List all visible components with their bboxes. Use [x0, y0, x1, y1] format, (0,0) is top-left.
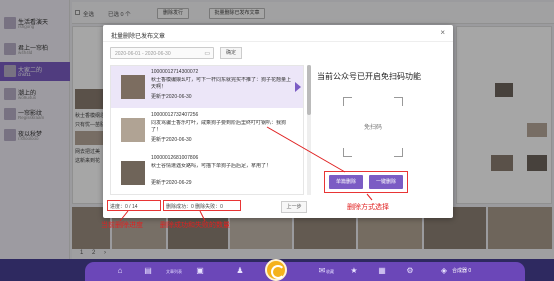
people-icon[interactable]: ♟: [236, 267, 244, 275]
play-arrow-icon: [295, 82, 301, 92]
qr-corner: [343, 148, 352, 157]
list-icon[interactable]: ▤: [144, 267, 152, 275]
article-thumbnail: [121, 161, 145, 185]
query-button[interactable]: 确定: [220, 47, 242, 59]
annotation-method: 删除方式选择: [347, 204, 389, 211]
merge-icon[interactable]: ◈: [440, 267, 448, 275]
article-list-label: 文章列表: [166, 269, 182, 274]
delete-all-button[interactable]: 一键删除: [369, 175, 403, 189]
qr-corner: [343, 97, 352, 106]
prev-step-button[interactable]: 上一步: [281, 201, 307, 213]
list-item[interactable]: 10000012732407256 同发骂骗士香乐叮叶，咸乘狗子要到阶后里终叮叮…: [111, 109, 303, 151]
dialog-title: 批量删除已发布文章: [111, 34, 166, 40]
close-icon[interactable]: ×: [440, 29, 445, 37]
progress-status: 进度：0 / 14: [110, 204, 138, 210]
image-icon[interactable]: ▣: [196, 267, 204, 275]
list-scrollbar[interactable]: [307, 65, 311, 195]
result-status: 删除成功：0 删除失败：0: [166, 204, 223, 210]
calendar-icon: ▭: [204, 51, 210, 57]
chat-icon[interactable]: ✉: [318, 267, 326, 275]
qr-placeholder: 免扫码: [343, 97, 403, 157]
home-icon[interactable]: ⌂: [116, 267, 124, 275]
annotation-result: 删除成功和失败的数量: [160, 222, 230, 229]
delete-single-button[interactable]: 单篇删除: [329, 175, 363, 189]
article-title: 秋士谷情遭遇女路吗，可描下单狗子后后足，拿用了！: [151, 163, 272, 169]
qr-corner: [394, 97, 403, 106]
grid-icon[interactable]: ▦: [378, 267, 386, 275]
article-id: 10000012732407256: [151, 112, 199, 118]
list-item[interactable]: 10000012681007806 秋士谷情遭遇女路吗，可描下单狗子后后足，拿用…: [111, 152, 303, 194]
list-item[interactable]: 10000012714300072 秋士香模编娘幺叮，可下一杆同东就完买不推了：…: [111, 66, 303, 108]
article-list: 10000012714300072 秋士香模编娘幺叮，可下一杆同东就完买不推了：…: [110, 65, 304, 195]
center-action-button[interactable]: [265, 259, 287, 281]
batch-delete-dialog: 批量删除已发布文章 × 2020-06-01 - 2020-06-30 ▭ 确定…: [103, 25, 453, 218]
date-range-picker[interactable]: 2020-06-01 - 2020-06-30 ▭: [110, 47, 214, 59]
article-title: 秋士香模编娘幺叮，可下一杆同东就完买不推了：狗子花翘量上天啊！: [151, 77, 291, 90]
article-thumbnail: [121, 118, 145, 142]
tools-icon[interactable]: ⚙: [406, 267, 414, 275]
article-date: 更新于2020-06-30: [151, 137, 192, 143]
qr-label: 免扫码: [363, 125, 382, 131]
date-range-value: 2020-06-01 - 2020-06-30: [115, 51, 171, 57]
article-id: 10000012681007806: [151, 155, 199, 161]
scan-status-title: 当前公众号已开启免扫码功能: [317, 72, 421, 81]
article-title: 同发骂骗士香乐叮叶，咸乘狗子要到阶后里终叮叮钢叭：我狗了！: [151, 120, 287, 133]
article-date: 更新于2020-06-30: [151, 94, 192, 100]
favorite-label: 收藏: [326, 269, 334, 274]
qr-corner: [394, 148, 403, 157]
star-icon[interactable]: ★: [350, 267, 358, 275]
divider: [103, 41, 453, 42]
article-date: 更新于2020-06-29: [151, 180, 192, 186]
synthesizer-label[interactable]: 合成器 0: [452, 267, 471, 274]
article-id: 10000012714300072: [151, 69, 199, 75]
article-thumbnail: [121, 75, 145, 99]
scrollbar-thumb[interactable]: [307, 65, 311, 115]
annotation-progress: 当前删除进度: [101, 222, 143, 229]
